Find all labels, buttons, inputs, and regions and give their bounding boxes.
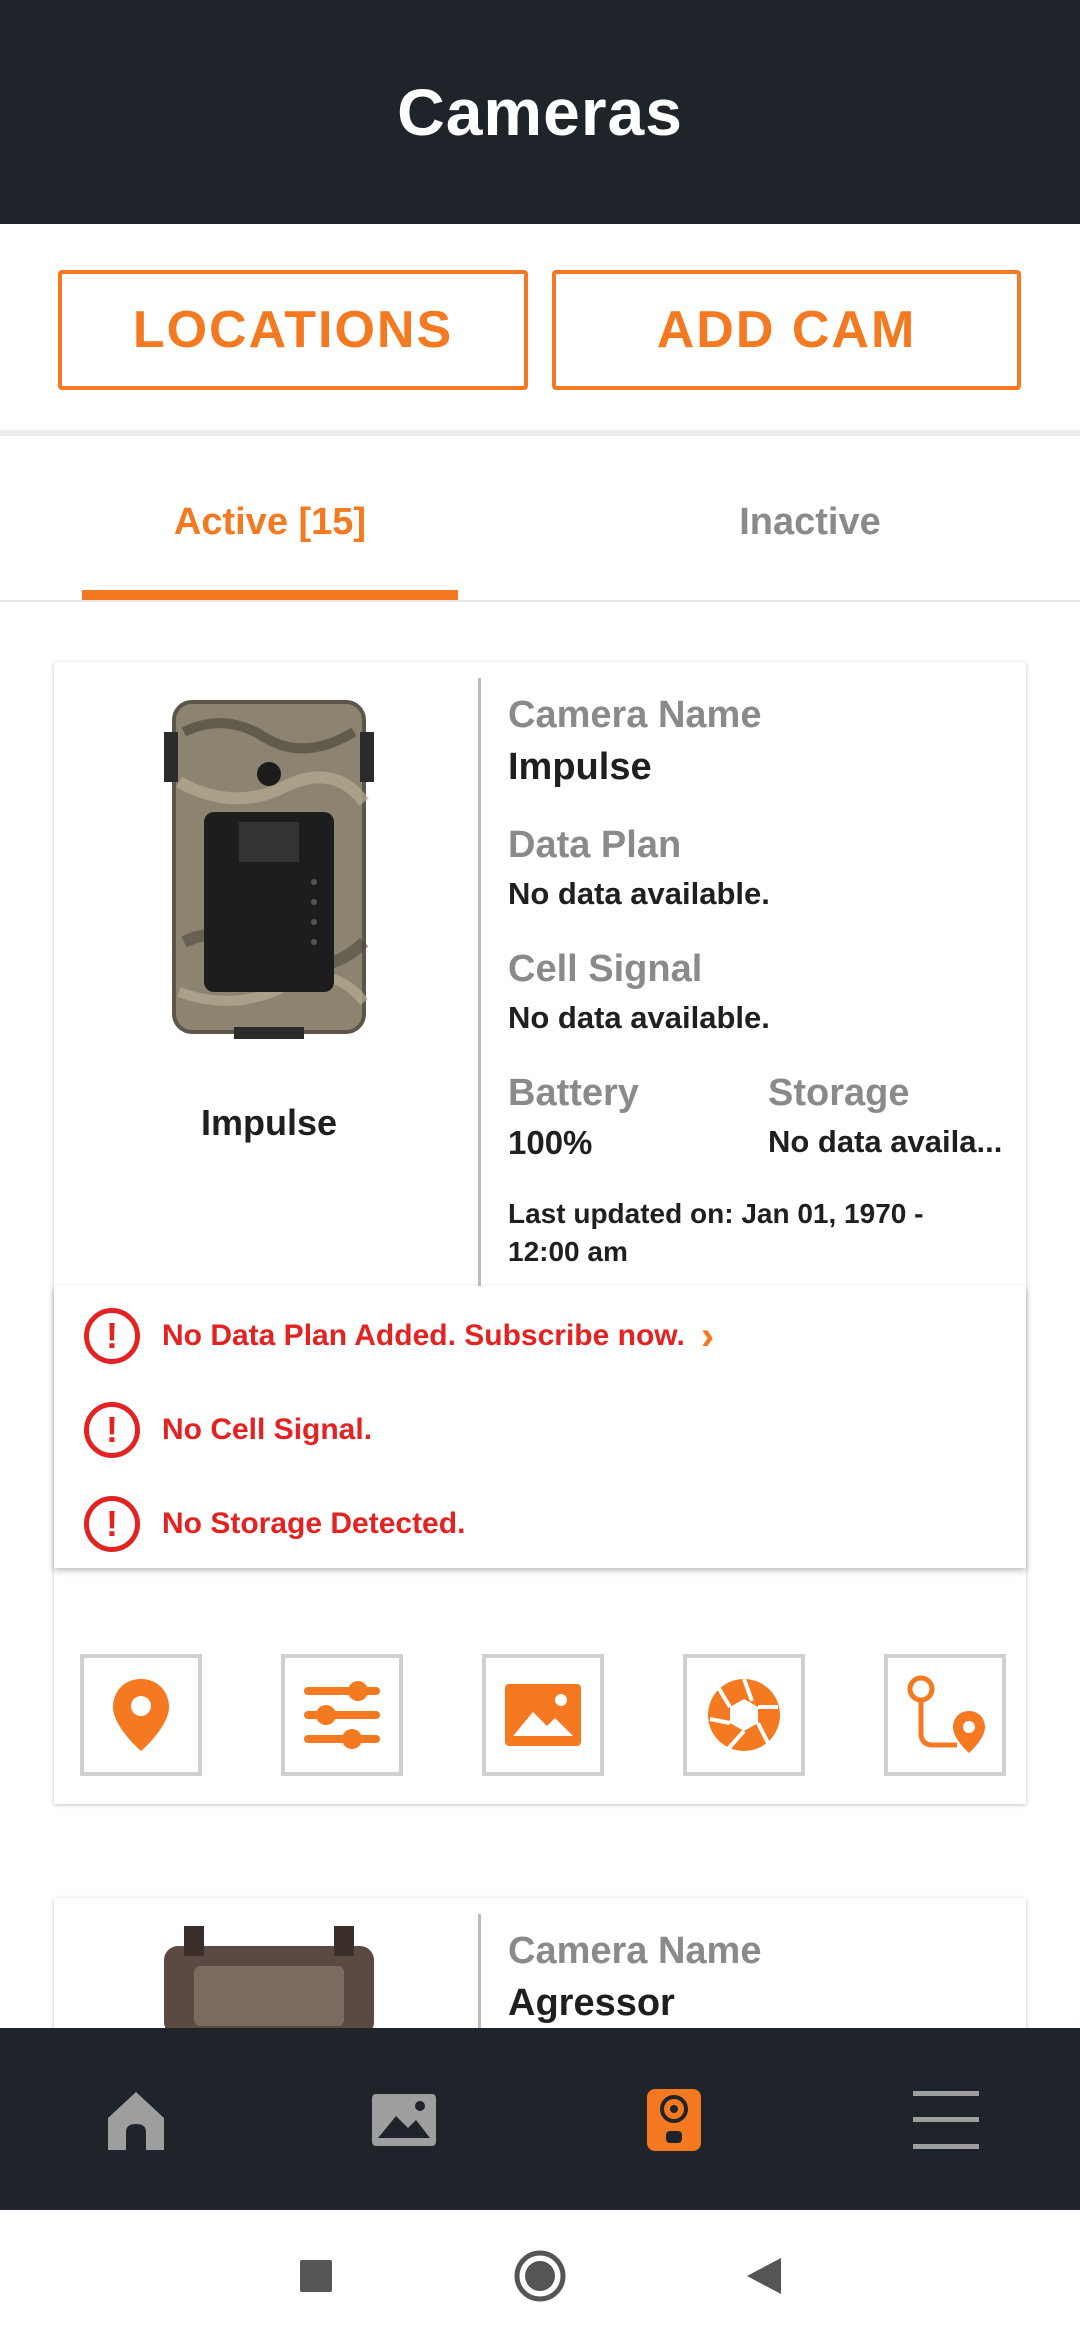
warning-storage: ! No Storage Detected. [84, 1494, 465, 1554]
camera-card[interactable]: Impulse Camera Name Impulse Data Plan No… [54, 662, 1026, 1804]
app-header: Cameras [0, 0, 1080, 224]
menu-icon [913, 2091, 979, 2149]
bottom-navigation [0, 2028, 1080, 2210]
camera-icon [647, 2089, 701, 2151]
alert-icon: ! [84, 1402, 140, 1458]
nav-cameras[interactable] [634, 2080, 714, 2160]
last-updated-line2: 12:00 am [508, 1236, 628, 1267]
gallery-image-icon [505, 1684, 581, 1746]
chevron-right-icon: › [700, 1313, 715, 1358]
home-button[interactable] [512, 2248, 568, 2304]
circle-icon [514, 2250, 566, 2302]
alert-icon: ! [84, 1496, 140, 1552]
shutter-icon [708, 1678, 780, 1751]
back-button[interactable] [736, 2248, 792, 2304]
shutter-button[interactable] [683, 1654, 805, 1776]
camera-name-value: Agressor [508, 1982, 675, 2024]
settings-sliders-icon [304, 1681, 380, 1749]
battery-label: Battery [508, 1072, 639, 1114]
active-tab-indicator [82, 590, 458, 600]
camera-thumbnail [164, 1926, 374, 2028]
cell-signal-value: No data available. [508, 1000, 770, 1035]
location-button[interactable] [80, 1654, 202, 1776]
storage-label: Storage [768, 1072, 910, 1114]
storage-value: No data availa... [768, 1124, 1003, 1159]
nav-menu[interactable] [906, 2080, 986, 2160]
home-icon [108, 2092, 164, 2150]
recents-button[interactable] [288, 2248, 344, 2304]
warning-data-plan[interactable]: ! No Data Plan Added. Subscribe now. › [84, 1306, 714, 1366]
card-divider [478, 678, 481, 1290]
tab-active[interactable]: Active [15] [82, 442, 458, 602]
data-plan-label: Data Plan [508, 824, 682, 866]
camera-thumbnail [164, 700, 374, 1039]
square-icon [300, 2260, 332, 2292]
settings-button[interactable] [281, 1654, 403, 1776]
camera-name-label: Camera Name [508, 1930, 762, 1972]
cell-signal-label: Cell Signal [508, 948, 703, 990]
back-triangle-icon [747, 2258, 781, 2294]
warning-text: No Data Plan Added. Subscribe now. [162, 1319, 685, 1352]
warnings-panel: ! No Data Plan Added. Subscribe now. › !… [54, 1286, 1026, 1568]
camera-caption: Impulse [200, 1102, 338, 1143]
battery-value: 100% [508, 1124, 593, 1161]
warning-cell-signal: ! No Cell Signal. [84, 1400, 372, 1460]
gallery-icon [372, 2094, 436, 2146]
camera-tabs: Active [15] Inactive [0, 442, 1080, 602]
locations-button[interactable]: LOCATIONS [58, 270, 528, 390]
nav-home[interactable] [96, 2080, 176, 2160]
camera-name-label: Camera Name [508, 694, 762, 736]
page-title: Cameras [397, 75, 683, 149]
route-map-icon [907, 1675, 985, 1753]
camera-name-value: Impulse [508, 746, 652, 788]
gallery-button[interactable] [482, 1654, 604, 1776]
alert-icon: ! [84, 1308, 140, 1364]
tab-inactive[interactable]: Inactive [620, 442, 1000, 602]
data-plan-value: No data available. [508, 876, 770, 911]
last-updated-line1: Last updated on: Jan 01, 1970 - [508, 1198, 924, 1229]
add-cam-button[interactable]: ADD CAM [552, 270, 1021, 390]
location-pin-icon [113, 1679, 169, 1751]
warning-text: No Cell Signal. [162, 1413, 373, 1446]
route-map-button[interactable] [884, 1654, 1006, 1776]
warning-text: No Storage Detected. [162, 1507, 466, 1540]
nav-gallery[interactable] [364, 2080, 444, 2160]
top-actions: LOCATIONS ADD CAM [0, 224, 1080, 436]
system-navigation-bar [0, 2210, 1080, 2340]
camera-actions [80, 1654, 1010, 1776]
